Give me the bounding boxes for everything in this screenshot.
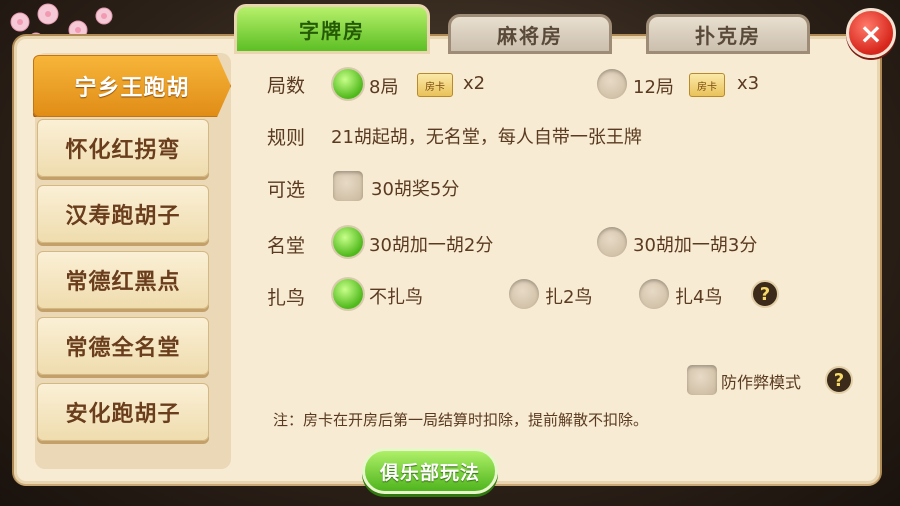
sidebar-item-label: 怀化红拐弯	[65, 137, 181, 163]
mingtang-2-radio[interactable]	[333, 227, 363, 257]
mingtang-3-radio[interactable]	[597, 227, 627, 257]
mingtang-label: 名堂	[267, 235, 306, 257]
tab-label: 扑克房	[695, 23, 761, 48]
rounds-12-cost: x3	[737, 73, 760, 94]
optional-label: 可选	[267, 179, 306, 201]
anticheat-checkbox[interactable]	[687, 365, 717, 395]
club-rules-button[interactable]: 俱乐部玩法	[362, 448, 498, 494]
sidebar-item-huaihua[interactable]: 怀化红拐弯	[37, 119, 209, 177]
rounds-12-label: 12局	[633, 77, 674, 98]
close-icon: ×	[859, 16, 883, 50]
mingtang-2-label: 30胡加一胡2分	[369, 235, 494, 256]
zhaniao-none-radio[interactable]	[333, 279, 363, 309]
rounds-8-radio[interactable]	[333, 69, 363, 99]
club-rules-label: 俱乐部玩法	[379, 461, 480, 484]
rules-label: 规则	[267, 127, 306, 149]
tab-label: 字牌房	[299, 18, 365, 43]
sidebar-item-changde-hongheidian[interactable]: 常德红黑点	[37, 251, 209, 309]
sidebar-item-label: 汉寿跑胡子	[65, 203, 181, 229]
sidebar-item-label: 常德红黑点	[65, 269, 181, 295]
zhaniao-4-label: 扎4鸟	[675, 287, 723, 308]
close-button[interactable]: ×	[846, 8, 896, 58]
mingtang-3-label: 30胡加一胡3分	[633, 235, 758, 256]
tab-majiang[interactable]: 麻将房	[448, 14, 612, 54]
room-card-icon: 房卡	[689, 73, 725, 97]
bonus-label: 30胡奖5分	[371, 179, 460, 200]
zhaniao-4-radio[interactable]	[639, 279, 669, 309]
rounds-8-label: 8局	[369, 77, 399, 98]
room-card-note: 注：房卡在开房后第一局结算时扣除，提前解散不扣除。	[273, 411, 649, 429]
create-room-dialog: 宁乡王跑胡 怀化红拐弯 汉寿跑胡子 常德红黑点 常德全名堂 安化跑胡子 局数 8…	[14, 36, 880, 484]
zhaniao-2-label: 扎2鸟	[545, 287, 593, 308]
bonus-checkbox[interactable]	[333, 171, 363, 201]
sidebar-item-label: 常德全名堂	[65, 335, 181, 361]
anticheat-help-icon[interactable]: ?	[825, 366, 853, 394]
room-card-icon: 房卡	[417, 73, 453, 97]
tab-label: 麻将房	[497, 23, 563, 48]
sidebar-item-changde-quanmingtang[interactable]: 常德全名堂	[37, 317, 209, 375]
sidebar-item-label: 安化跑胡子	[65, 401, 181, 427]
rounds-label: 局数	[267, 75, 306, 97]
zhaniao-none-label: 不扎鸟	[369, 287, 423, 308]
sidebar-item-ningxiang[interactable]: 宁乡王跑胡	[33, 55, 231, 117]
tab-poker[interactable]: 扑克房	[646, 14, 810, 54]
sidebar-item-label: 宁乡王跑胡	[74, 75, 190, 101]
zhaniao-2-radio[interactable]	[509, 279, 539, 309]
zhaniao-label: 扎鸟	[267, 287, 306, 309]
zhaniao-help-icon[interactable]: ?	[751, 280, 779, 308]
rules-text: 21胡起胡，无名堂，每人自带一张王牌	[331, 127, 642, 148]
anticheat-label: 防作弊模式	[721, 373, 802, 392]
sidebar-item-anhua[interactable]: 安化跑胡子	[37, 383, 209, 441]
sidebar-item-hanshou[interactable]: 汉寿跑胡子	[37, 185, 209, 243]
tab-zipai[interactable]: 字牌房	[234, 4, 430, 54]
rounds-12-radio[interactable]	[597, 69, 627, 99]
rounds-8-cost: x2	[463, 73, 486, 94]
